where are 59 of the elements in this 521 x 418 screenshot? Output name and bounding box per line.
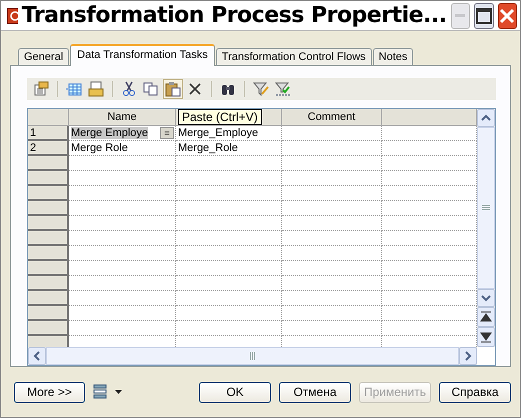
table-cell: Merge_Employe — [176, 126, 282, 142]
copy-icon — [143, 81, 159, 98]
tab[interactable]: Transformation Control Flows — [216, 48, 372, 66]
row-header[interactable] — [28, 216, 69, 232]
table-cell: Merge_Role — [176, 141, 282, 156]
grid-corner — [28, 109, 69, 126]
close-icon — [499, 8, 516, 24]
row-header[interactable] — [28, 201, 69, 216]
more-button[interactable]: More >> — [14, 382, 85, 403]
column-header[interactable]: Name — [69, 109, 176, 126]
row-header[interactable] — [28, 306, 69, 322]
row-header[interactable] — [28, 186, 69, 202]
column-header[interactable] — [382, 109, 477, 126]
dialog-button[interactable]: Справка — [439, 382, 511, 403]
tab[interactable]: Notes — [372, 48, 414, 66]
close-button[interactable] — [498, 2, 517, 29]
minimize-icon — [455, 14, 466, 18]
window-title: Transformation Process Propertie... — [22, 3, 447, 28]
column-label: Name — [107, 111, 137, 124]
row-header[interactable] — [28, 291, 69, 306]
first-row-icon — [480, 311, 492, 324]
dialog-button[interactable]: OK — [199, 382, 271, 403]
maximize-icon — [476, 8, 492, 24]
vertical-scrollbar[interactable] — [477, 109, 495, 348]
column-header[interactable]: Comment — [282, 109, 382, 126]
horizontal-scrollbar[interactable] — [28, 347, 477, 366]
delete-icon — [187, 81, 203, 98]
row-header[interactable] — [28, 261, 69, 276]
app-icon — [7, 8, 18, 24]
row-header[interactable] — [28, 321, 69, 336]
cell-editor[interactable]: Merge Employe — [71, 127, 148, 140]
grip-icon — [482, 205, 490, 212]
row-header[interactable]: 2 — [28, 141, 69, 156]
row-header[interactable] — [28, 231, 69, 246]
filter-check-icon — [275, 81, 291, 98]
column-label: Comment — [308, 111, 356, 124]
tab[interactable]: Data Transformation Tasks — [70, 44, 215, 66]
maximize-button[interactable] — [474, 2, 494, 29]
row-header[interactable] — [28, 156, 69, 172]
row-header[interactable] — [28, 246, 69, 262]
edit-button[interactable]: = — [160, 127, 174, 140]
paste-icon — [165, 81, 181, 98]
row-header[interactable] — [28, 276, 69, 292]
properties-icon — [33, 81, 49, 98]
toolbar-button[interactable] — [163, 79, 183, 100]
grip-icon — [250, 352, 256, 360]
filter-icon — [253, 81, 269, 98]
open-file-icon — [88, 81, 104, 98]
dialog-button[interactable]: Отмена — [279, 382, 351, 403]
row-header[interactable]: 1 — [28, 126, 69, 142]
table-cell: Merge Role — [69, 141, 176, 156]
table-icon — [66, 81, 82, 98]
tab[interactable]: General — [18, 48, 70, 66]
last-row-icon — [480, 331, 492, 344]
cut-icon — [121, 81, 137, 98]
toolbar-button[interactable] — [86, 79, 106, 100]
row-header[interactable] — [28, 171, 69, 186]
row-header[interactable] — [28, 336, 69, 348]
tooltip: Paste (Ctrl+V) — [178, 109, 262, 126]
